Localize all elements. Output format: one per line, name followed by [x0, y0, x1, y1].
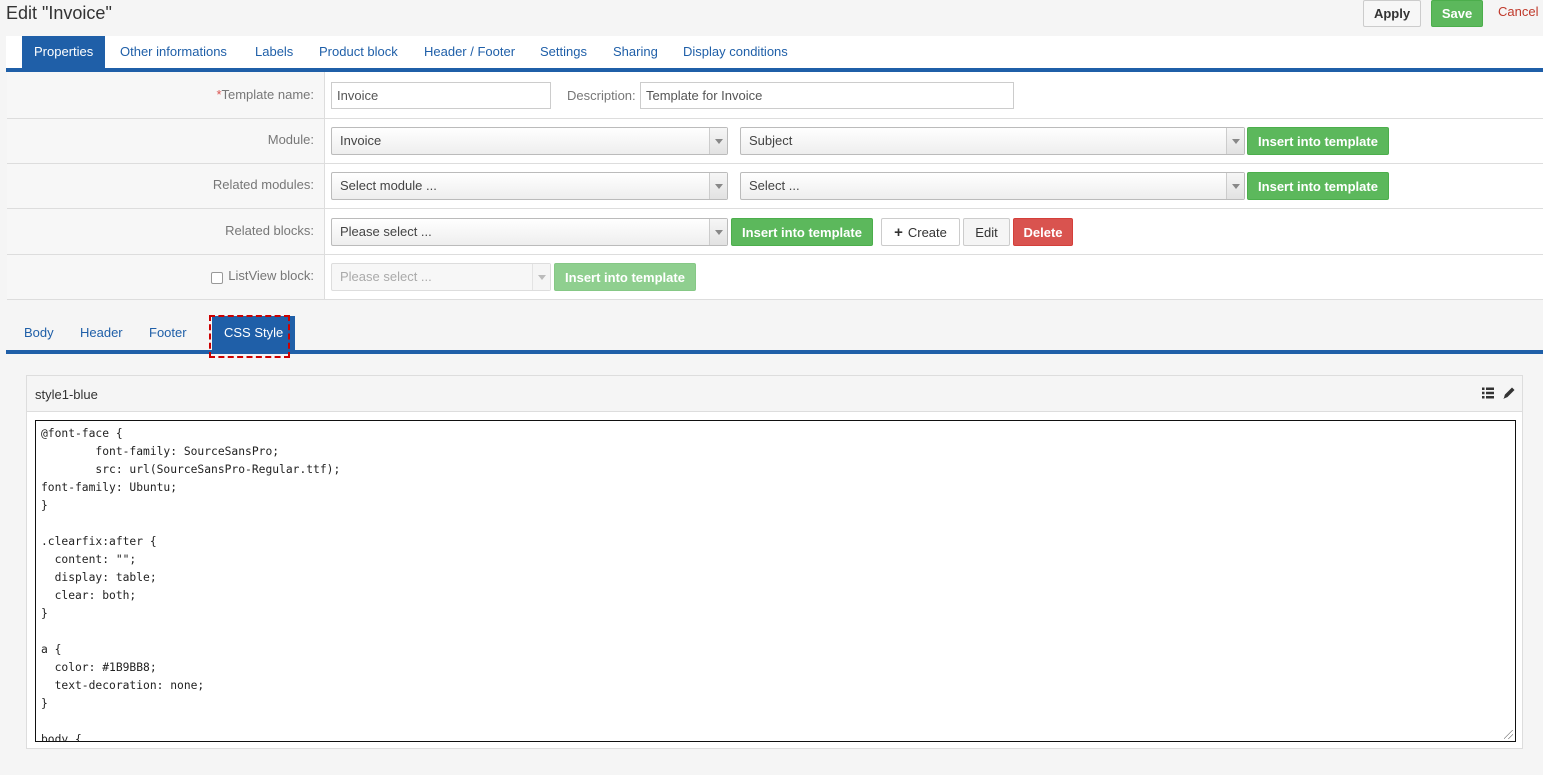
listview-block-select[interactable]: Please select ... [331, 263, 551, 291]
module-label: Module: [267, 132, 314, 147]
listview-block-label: ListView block: [228, 268, 314, 283]
css-code-textarea[interactable]: @font-face { font-family: SourceSansPro;… [35, 420, 1516, 742]
css-editor-panel: style1-blue @font-face { font-family: So… [26, 375, 1523, 749]
chevron-down-icon [715, 230, 723, 235]
module-field-select[interactable]: Subject [740, 127, 1245, 155]
tab-body[interactable]: Body [12, 316, 66, 350]
main-tabs: Properties Other informations Labels Pro… [6, 36, 1543, 72]
insert-listview-block-button[interactable]: Insert into template [554, 263, 696, 291]
chevron-down-icon [715, 139, 723, 144]
apply-button[interactable]: Apply [1363, 0, 1421, 27]
cancel-link[interactable]: Cancel [1498, 4, 1538, 19]
chevron-down-icon [1232, 184, 1240, 189]
related-field-select[interactable]: Select ... [740, 172, 1245, 200]
edit-button[interactable]: Edit [963, 218, 1010, 246]
list-icon[interactable] [1482, 387, 1494, 399]
related-blocks-select[interactable]: Please select ... [331, 218, 728, 246]
listview-block-checkbox[interactable] [211, 272, 223, 284]
related-blocks-row: Related blocks: Please select ... Insert… [7, 209, 1543, 255]
chevron-down-icon [715, 184, 723, 189]
style-name: style1-blue [35, 387, 98, 402]
chevron-down-icon [1232, 139, 1240, 144]
listview-block-row: ListView block: Please select ... Insert… [7, 255, 1543, 300]
tab-properties[interactable]: Properties [22, 36, 106, 68]
tab-display-conditions[interactable]: Display conditions [671, 36, 800, 68]
template-name-row: *Template name: Description: [7, 72, 1543, 119]
resize-grip-icon[interactable] [1504, 730, 1513, 739]
tab-product-block[interactable]: Product block [307, 36, 410, 68]
description-input[interactable] [640, 82, 1014, 109]
delete-button[interactable]: Delete [1013, 218, 1073, 246]
highlight-box [209, 315, 290, 358]
template-name-label: *Template name: [216, 87, 314, 102]
tab-footer[interactable]: Footer [137, 316, 199, 350]
tab-header[interactable]: Header [68, 316, 135, 350]
plus-icon: + [894, 223, 903, 241]
tab-header-footer[interactable]: Header / Footer [412, 36, 527, 68]
insert-related-block-button[interactable]: Insert into template [731, 218, 873, 246]
module-row: Module: Invoice Subject Insert into temp… [7, 119, 1543, 164]
related-module-select[interactable]: Select module ... [331, 172, 728, 200]
insert-module-field-button[interactable]: Insert into template [1247, 127, 1389, 155]
module-select[interactable]: Invoice [331, 127, 728, 155]
tab-sharing[interactable]: Sharing [601, 36, 670, 68]
pencil-icon[interactable] [1502, 386, 1516, 400]
related-modules-label: Related modules: [212, 177, 314, 192]
save-button[interactable]: Save [1431, 0, 1483, 27]
related-modules-row: Related modules: Select module ... Selec… [7, 164, 1543, 209]
tab-labels[interactable]: Labels [243, 36, 305, 68]
template-name-input[interactable] [331, 82, 551, 109]
tab-other-informations[interactable]: Other informations [108, 36, 239, 68]
page-title: Edit "Invoice" [6, 3, 112, 23]
insert-related-field-button[interactable]: Insert into template [1247, 172, 1389, 200]
editor-header: style1-blue [27, 376, 1522, 412]
tab-settings[interactable]: Settings [528, 36, 599, 68]
description-label: Description: [567, 88, 636, 103]
create-button[interactable]: + Create [881, 218, 960, 246]
chevron-down-icon [538, 275, 546, 280]
related-blocks-label: Related blocks: [225, 223, 314, 238]
top-bar: Edit "Invoice" Apply Save Cancel [0, 0, 1543, 36]
